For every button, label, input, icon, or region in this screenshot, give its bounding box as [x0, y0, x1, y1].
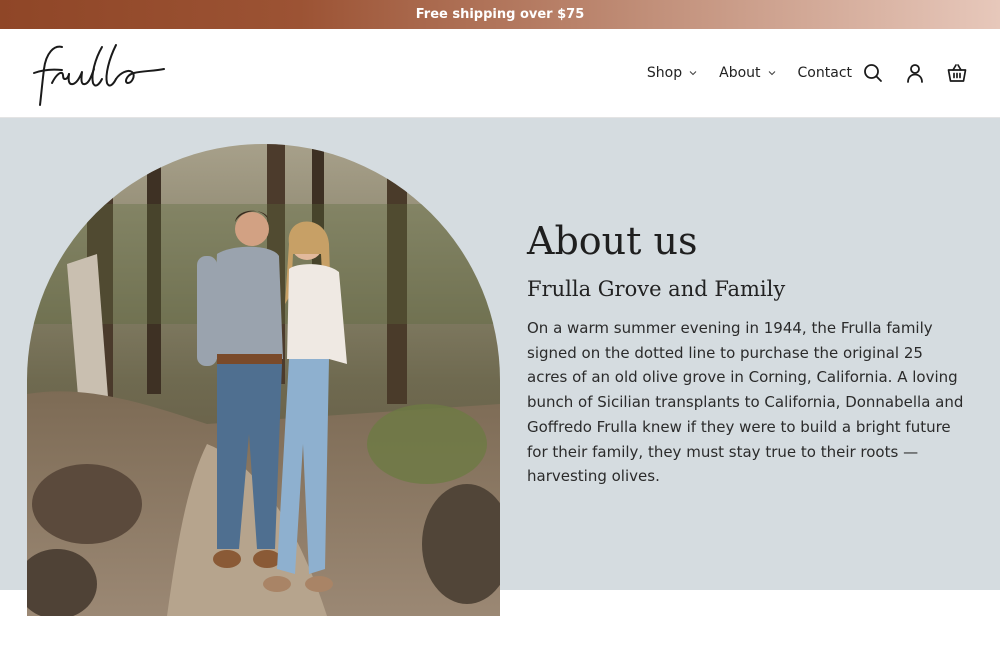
- header-icons: [862, 29, 968, 117]
- about-body-text: On a warm summer evening in 1944, the Fr…: [527, 319, 964, 486]
- announcement-bar: Free shipping over $75: [0, 0, 1000, 29]
- nav-about[interactable]: About: [719, 65, 775, 81]
- about-content: About us Frulla Grove and Family On a wa…: [527, 218, 967, 489]
- nav-contact[interactable]: Contact: [798, 65, 852, 81]
- cart-icon[interactable]: [946, 62, 968, 84]
- search-icon[interactable]: [862, 62, 884, 84]
- nav-shop[interactable]: Shop: [647, 65, 697, 81]
- chevron-down-icon: [689, 71, 697, 76]
- family-photo: [27, 144, 500, 616]
- nav-about-label: About: [719, 65, 761, 81]
- nav-contact-label: Contact: [797, 65, 852, 81]
- main-nav: Shop About Contact: [647, 29, 852, 117]
- page-title: About us: [527, 219, 698, 263]
- chevron-down-icon: [768, 71, 775, 76]
- account-icon[interactable]: [904, 62, 926, 84]
- nav-shop-label: Shop: [646, 65, 683, 81]
- frulla-logo[interactable]: [32, 39, 172, 109]
- site-header: Shop About Contact: [0, 29, 1000, 118]
- section-subtitle: Frulla Grove and Family: [527, 277, 786, 301]
- announcement-text: Free shipping over $75: [415, 7, 585, 22]
